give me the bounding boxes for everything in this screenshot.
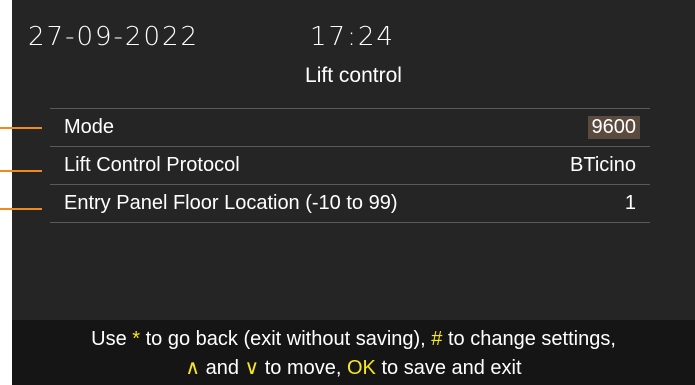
setting-label: Lift Control Protocol <box>64 154 240 176</box>
star-key: * <box>132 328 141 350</box>
hash-key: # <box>431 328 443 350</box>
setting-label: Mode <box>64 116 115 138</box>
ok-key: OK <box>347 357 376 379</box>
settings-list: Mode 9600 Lift Control Protocol BTicino … <box>50 108 650 223</box>
callout-line-mode <box>0 127 42 129</box>
help-line-1: Use * to go back (exit without saving), … <box>12 325 695 354</box>
setting-value-selected[interactable]: 9600 <box>587 116 640 139</box>
help-text: and <box>200 357 245 379</box>
callout-line-floor-location <box>0 208 42 210</box>
help-text: Use <box>91 328 133 350</box>
setting-label: Entry Panel Floor Location (-10 to 99) <box>64 192 398 214</box>
help-line-2: ∧ and ∨ to move, OK to save and exit <box>12 354 695 383</box>
status-date: 27-09-2022 <box>28 22 200 52</box>
help-text: to save and exit <box>375 357 522 379</box>
help-text: to go back (exit without saving), <box>140 328 432 350</box>
setting-row-entry-panel-floor-location[interactable]: Entry Panel Floor Location (-10 to 99) 1 <box>50 184 650 223</box>
setting-row-mode[interactable]: Mode 9600 <box>50 108 650 146</box>
setting-value[interactable]: BTicino <box>570 154 636 177</box>
help-text: to change settings, <box>442 328 616 350</box>
help-text: to move, <box>259 357 347 379</box>
setting-value[interactable]: 1 <box>625 192 636 215</box>
setting-row-lift-control-protocol[interactable]: Lift Control Protocol BTicino <box>50 146 650 184</box>
page-title: Lift control <box>305 64 402 87</box>
status-time: 17:24 <box>310 22 395 52</box>
help-footer: Use * to go back (exit without saving), … <box>12 320 695 385</box>
down-key-icon: ∨ <box>244 357 260 379</box>
up-key-icon: ∧ <box>185 357 201 379</box>
callout-line-protocol <box>0 170 42 172</box>
